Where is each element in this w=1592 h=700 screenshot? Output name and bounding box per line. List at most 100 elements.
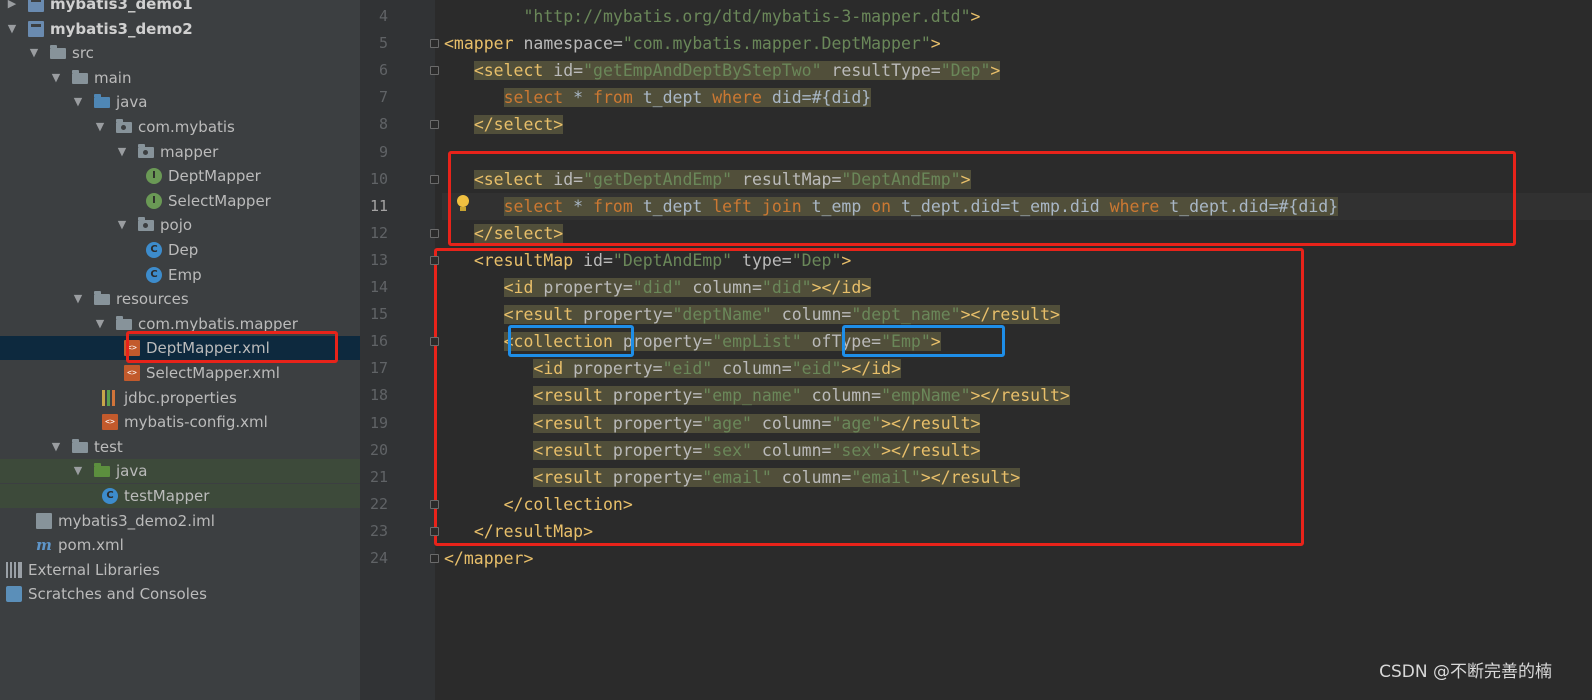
tree-item-label: pom.xml xyxy=(58,536,124,555)
lightbulb-icon[interactable] xyxy=(456,195,470,213)
code-editor[interactable]: 4 5 6 7 8 9 10 11 12 13 14 15 16 17 18 19 20 21 22 23 24 "ht… xyxy=(360,0,1592,700)
test-class-icon: C xyxy=(102,488,118,504)
tree-item[interactable]: I SelectMapper xyxy=(0,189,360,213)
chevron-down-icon[interactable]: ▼ xyxy=(50,66,62,90)
chevron-down-icon[interactable]: ▼ xyxy=(72,90,84,114)
folder-icon xyxy=(50,45,66,60)
fold-marker-icon[interactable] xyxy=(430,66,439,76)
maven-icon: m xyxy=(36,536,52,555)
line-number: 23 xyxy=(369,521,388,540)
xml-file-icon: <> xyxy=(124,365,140,381)
tree-item-label: DeptMapper xyxy=(168,167,261,186)
tree-item[interactable]: ▼ main xyxy=(0,66,360,90)
line-number: 15 xyxy=(369,305,388,324)
fold-marker-icon[interactable] xyxy=(430,255,439,265)
tree-item[interactable]: <> SelectMapper.xml xyxy=(0,361,360,385)
tree-item[interactable]: ▼ java xyxy=(0,459,360,484)
tree-item[interactable]: mybatis3_demo2.iml xyxy=(0,509,360,533)
package-icon xyxy=(116,119,132,133)
fold-marker-icon[interactable] xyxy=(430,174,439,184)
class-icon: C xyxy=(146,242,162,258)
code-line[interactable]: "http://mybatis.org/dtd/mybatis-3-mapper… xyxy=(444,3,980,30)
line-number: 5 xyxy=(378,34,388,53)
chevron-down-icon[interactable]: ▼ xyxy=(94,115,106,139)
tree-item[interactable]: jdbc.properties xyxy=(0,386,360,410)
class-icon: C xyxy=(146,266,162,283)
tree-item-label: src xyxy=(72,44,94,63)
line-number: 7 xyxy=(378,88,388,107)
chevron-down-icon[interactable]: ▼ xyxy=(6,17,18,41)
chevron-down-icon[interactable]: ▼ xyxy=(116,213,128,237)
folder-icon xyxy=(72,69,88,84)
module-icon xyxy=(28,20,44,37)
line-number: 24 xyxy=(369,549,388,567)
fold-marker-icon[interactable] xyxy=(430,337,439,347)
chevron-down-icon[interactable]: ▼ xyxy=(94,312,106,336)
chevron-down-icon[interactable]: ▼ xyxy=(72,287,84,311)
interface-icon: I xyxy=(146,168,162,185)
tree-item[interactable]: CtestMapper xyxy=(0,484,360,508)
watermark: CSDN @不断完善的楠 xyxy=(1379,662,1552,682)
line-number: 14 xyxy=(369,278,388,296)
fold-marker-icon[interactable] xyxy=(430,554,439,563)
tree-item-label: testMapper xyxy=(124,487,210,505)
chevron-down-icon[interactable]: ▼ xyxy=(72,459,84,483)
line-number: 17 xyxy=(369,359,388,378)
fold-marker-icon[interactable] xyxy=(430,39,439,49)
code-line[interactable]: </select> xyxy=(444,111,564,138)
blue-annotation-box-oftype xyxy=(842,325,1005,357)
fold-marker-icon[interactable] xyxy=(430,228,439,238)
code-line[interactable]: <mapper namespace="com.mybatis.mapper.De… xyxy=(444,30,941,57)
tree-item[interactable]: ▼ com.mybatis xyxy=(0,115,360,139)
tree-item[interactable]: <> mybatis-config.xml xyxy=(0,410,360,434)
tree-item[interactable]: Scratches and Consoles xyxy=(0,582,360,606)
xml-file-icon: <> xyxy=(102,414,118,431)
line-number: 4 xyxy=(378,7,388,25)
fold-marker-icon[interactable] xyxy=(430,526,439,536)
line-number: 8 xyxy=(378,115,388,134)
tree-item-label: mybatis3_demo2 xyxy=(50,19,193,38)
tree-item-label: pojo xyxy=(160,216,193,235)
tree-item[interactable]: m pom.xml xyxy=(0,533,360,557)
tree-item-label: java xyxy=(116,93,148,112)
line-number: 20 xyxy=(369,440,388,459)
tree-item[interactable]: C Emp xyxy=(0,263,360,287)
tree-item-label: mybatis-config.xml xyxy=(124,413,268,432)
tree-item[interactable]: ▼ pojo xyxy=(0,213,360,237)
line-number: 18 xyxy=(369,386,388,405)
chevron-right-icon[interactable]: ▶ xyxy=(6,0,18,16)
line-number-gutter: 4 5 6 7 8 9 10 11 12 13 14 15 16 17 18 19 20 21 22 23 24 xyxy=(360,0,435,700)
tree-item[interactable]: External Libraries xyxy=(0,558,360,582)
fold-marker-icon[interactable] xyxy=(430,120,439,130)
tree-item[interactable]: ▼ test xyxy=(0,435,360,459)
tree-item[interactable]: ▼ mapper xyxy=(0,140,360,164)
resources-folder-icon xyxy=(94,291,110,306)
code-line[interactable]: </mapper> xyxy=(444,545,533,572)
chevron-down-icon[interactable]: ▼ xyxy=(116,140,128,164)
code-line[interactable]: <select id="getEmpAndDeptByStepTwo" resu… xyxy=(444,57,1001,84)
code-line[interactable]: select * from t_dept where did=#{did} xyxy=(444,84,872,111)
iml-file-icon xyxy=(36,512,52,529)
line-number: 19 xyxy=(369,413,388,432)
line-number: 10 xyxy=(369,169,388,188)
project-tree-panel: ▶ mybatis3_demo1 ▼ mybatis3_demo2 ▼ src ▼ main ▼… xyxy=(0,0,360,700)
package-icon xyxy=(138,217,154,232)
blue-annotation-box-collection xyxy=(508,325,634,357)
tree-item[interactable]: ▼ src xyxy=(0,41,360,65)
tree-item-label: SelectMapper xyxy=(168,191,271,210)
folder-icon xyxy=(72,438,88,453)
tree-item-label: resources xyxy=(116,290,189,309)
tree-item[interactable]: ▼ resources xyxy=(0,287,360,311)
tree-item[interactable]: C Dep xyxy=(0,238,360,262)
fold-marker-icon[interactable] xyxy=(430,499,439,509)
chevron-down-icon[interactable]: ▼ xyxy=(50,435,62,459)
tree-item[interactable]: ▶ mybatis3_demo1 xyxy=(0,0,360,16)
tree-item[interactable]: ▼ mybatis3_demo2 xyxy=(0,17,360,41)
line-number: 6 xyxy=(378,61,388,80)
chevron-down-icon[interactable]: ▼ xyxy=(28,41,40,65)
tree-item-label: mapper xyxy=(160,142,219,161)
tree-item[interactable]: ▼ java xyxy=(0,90,360,114)
module-icon xyxy=(28,0,44,12)
tree-item[interactable]: I DeptMapper xyxy=(0,164,360,188)
scratches-icon xyxy=(6,586,22,603)
